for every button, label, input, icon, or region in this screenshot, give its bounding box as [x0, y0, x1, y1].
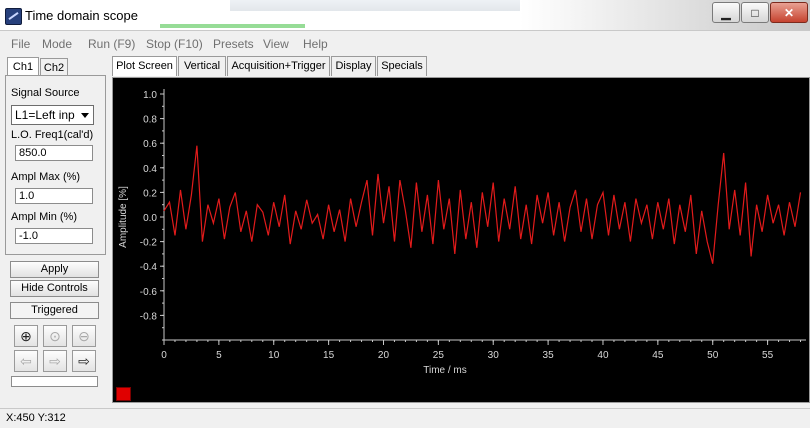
channel-control-panel: Ch1 Ch2 Signal Source L1=Left inp L.O. F…: [5, 54, 106, 406]
app-icon[interactable]: [5, 8, 22, 25]
series-line-0: [163, 145, 802, 264]
close-button[interactable]: ✕: [770, 2, 808, 23]
maximize-button[interactable]: □: [741, 2, 769, 23]
y-tick-label: -0.4: [140, 262, 158, 273]
y-tick-label: 0.4: [143, 164, 157, 175]
zoom-normal-icon[interactable]: ⊙: [43, 325, 67, 347]
triggered-status: Triggered: [10, 302, 99, 319]
x-tick-label: 25: [433, 350, 445, 361]
tab-display[interactable]: Display: [331, 56, 376, 76]
scroll-left-icon[interactable]: ⇦: [14, 350, 38, 372]
tab-specials[interactable]: Specials: [377, 56, 427, 76]
ampl-min-label: Ampl Min (%): [11, 211, 78, 223]
lo-freq-label: L.O. Freq1(cal'd): [11, 129, 94, 141]
apply-button[interactable]: Apply: [10, 261, 99, 278]
progress-bar: [11, 376, 98, 387]
x-tick-label: 40: [597, 350, 609, 361]
x-tick-label: 0: [161, 350, 167, 361]
y-tick-label: 0.8: [143, 115, 157, 126]
scroll-right-icon[interactable]: ⇨: [43, 350, 67, 372]
tab-ch1[interactable]: Ch1: [7, 57, 39, 77]
y-tick-label: -0.6: [140, 287, 158, 298]
x-tick-label: 20: [378, 350, 390, 361]
y-axis-label: Amplitude [%]: [118, 186, 129, 248]
y-tick-label: 1.0: [143, 90, 157, 101]
tab-ch2[interactable]: Ch2: [40, 58, 68, 76]
x-axis-label: Time / ms: [423, 365, 467, 376]
title-bar: Time domain scope ▁ □ ✕: [0, 0, 810, 31]
zoom-in-icon[interactable]: ⊕: [14, 325, 38, 347]
menu-run[interactable]: Run (F9): [88, 37, 135, 51]
signal-source-label: Signal Source: [11, 87, 80, 99]
cursor-icon[interactable]: ⇨: [72, 350, 96, 372]
menu-presets[interactable]: Presets: [213, 37, 254, 51]
menu-mode[interactable]: Mode: [42, 37, 72, 51]
scope-chart: 1.0 0.8 0.6 0.4 0.2 0.0 -0.2 -0.4 -0.6 -0.8 0 5 10 15…: [118, 89, 806, 376]
zoom-out-icon[interactable]: ⊖: [72, 325, 96, 347]
menu-view[interactable]: View: [263, 37, 289, 51]
background-progress-ghost: [160, 24, 305, 28]
signal-source-value: L1=Left inp: [15, 108, 75, 122]
tab-plot-screen[interactable]: Plot Screen: [112, 56, 177, 76]
x-tick-label: 5: [216, 350, 222, 361]
x-tick-label: 50: [707, 350, 719, 361]
minimize-button[interactable]: ▁: [712, 2, 740, 23]
y-tick-label: 0.6: [143, 139, 157, 150]
menu-help[interactable]: Help: [303, 37, 328, 51]
menu-file[interactable]: File: [11, 37, 30, 51]
x-tick-label: 10: [268, 350, 280, 361]
lo-freq-input[interactable]: 850.0: [15, 145, 93, 161]
chevron-down-icon: [81, 113, 89, 118]
menu-stop[interactable]: Stop (F10): [146, 37, 203, 51]
window-title: Time domain scope: [25, 8, 138, 23]
channel-settings-box: Signal Source L1=Left inp L.O. Freq1(cal…: [5, 75, 106, 255]
x-tick-label: 45: [652, 350, 664, 361]
status-bar: X:450 Y:312: [0, 408, 810, 428]
x-tick-label: 30: [488, 350, 500, 361]
ampl-min-input[interactable]: -1.0: [15, 228, 93, 244]
signal-source-select[interactable]: L1=Left inp: [11, 105, 94, 125]
menu-bar: File Mode Run (F9) Stop (F10) Presets Vi…: [0, 31, 810, 53]
x-tick-label: 55: [762, 350, 774, 361]
y-tick-label: 0.2: [143, 188, 157, 199]
y-tick-label: -0.8: [140, 311, 158, 322]
hide-controls-button[interactable]: Hide Controls: [10, 280, 99, 297]
tab-acquisition-trigger[interactable]: Acquisition+Trigger: [227, 56, 330, 76]
cursor-coordinates: X:450 Y:312: [6, 412, 66, 424]
background-window-ghost: [230, 0, 560, 11]
y-tick-label: -0.2: [140, 238, 158, 249]
plot-screen[interactable]: 1.0 0.8 0.6 0.4 0.2 0.0 -0.2 -0.4 -0.6 -0.8 0 5 10 15…: [112, 77, 810, 403]
x-tick-label: 35: [543, 350, 555, 361]
ampl-max-label: Ampl Max (%): [11, 171, 81, 183]
channel-indicator[interactable]: [116, 387, 131, 401]
x-tick-label: 15: [323, 350, 335, 361]
tab-vertical[interactable]: Vertical: [178, 56, 226, 76]
y-tick-label: 0.0: [143, 213, 157, 224]
ampl-max-input[interactable]: 1.0: [15, 188, 93, 204]
